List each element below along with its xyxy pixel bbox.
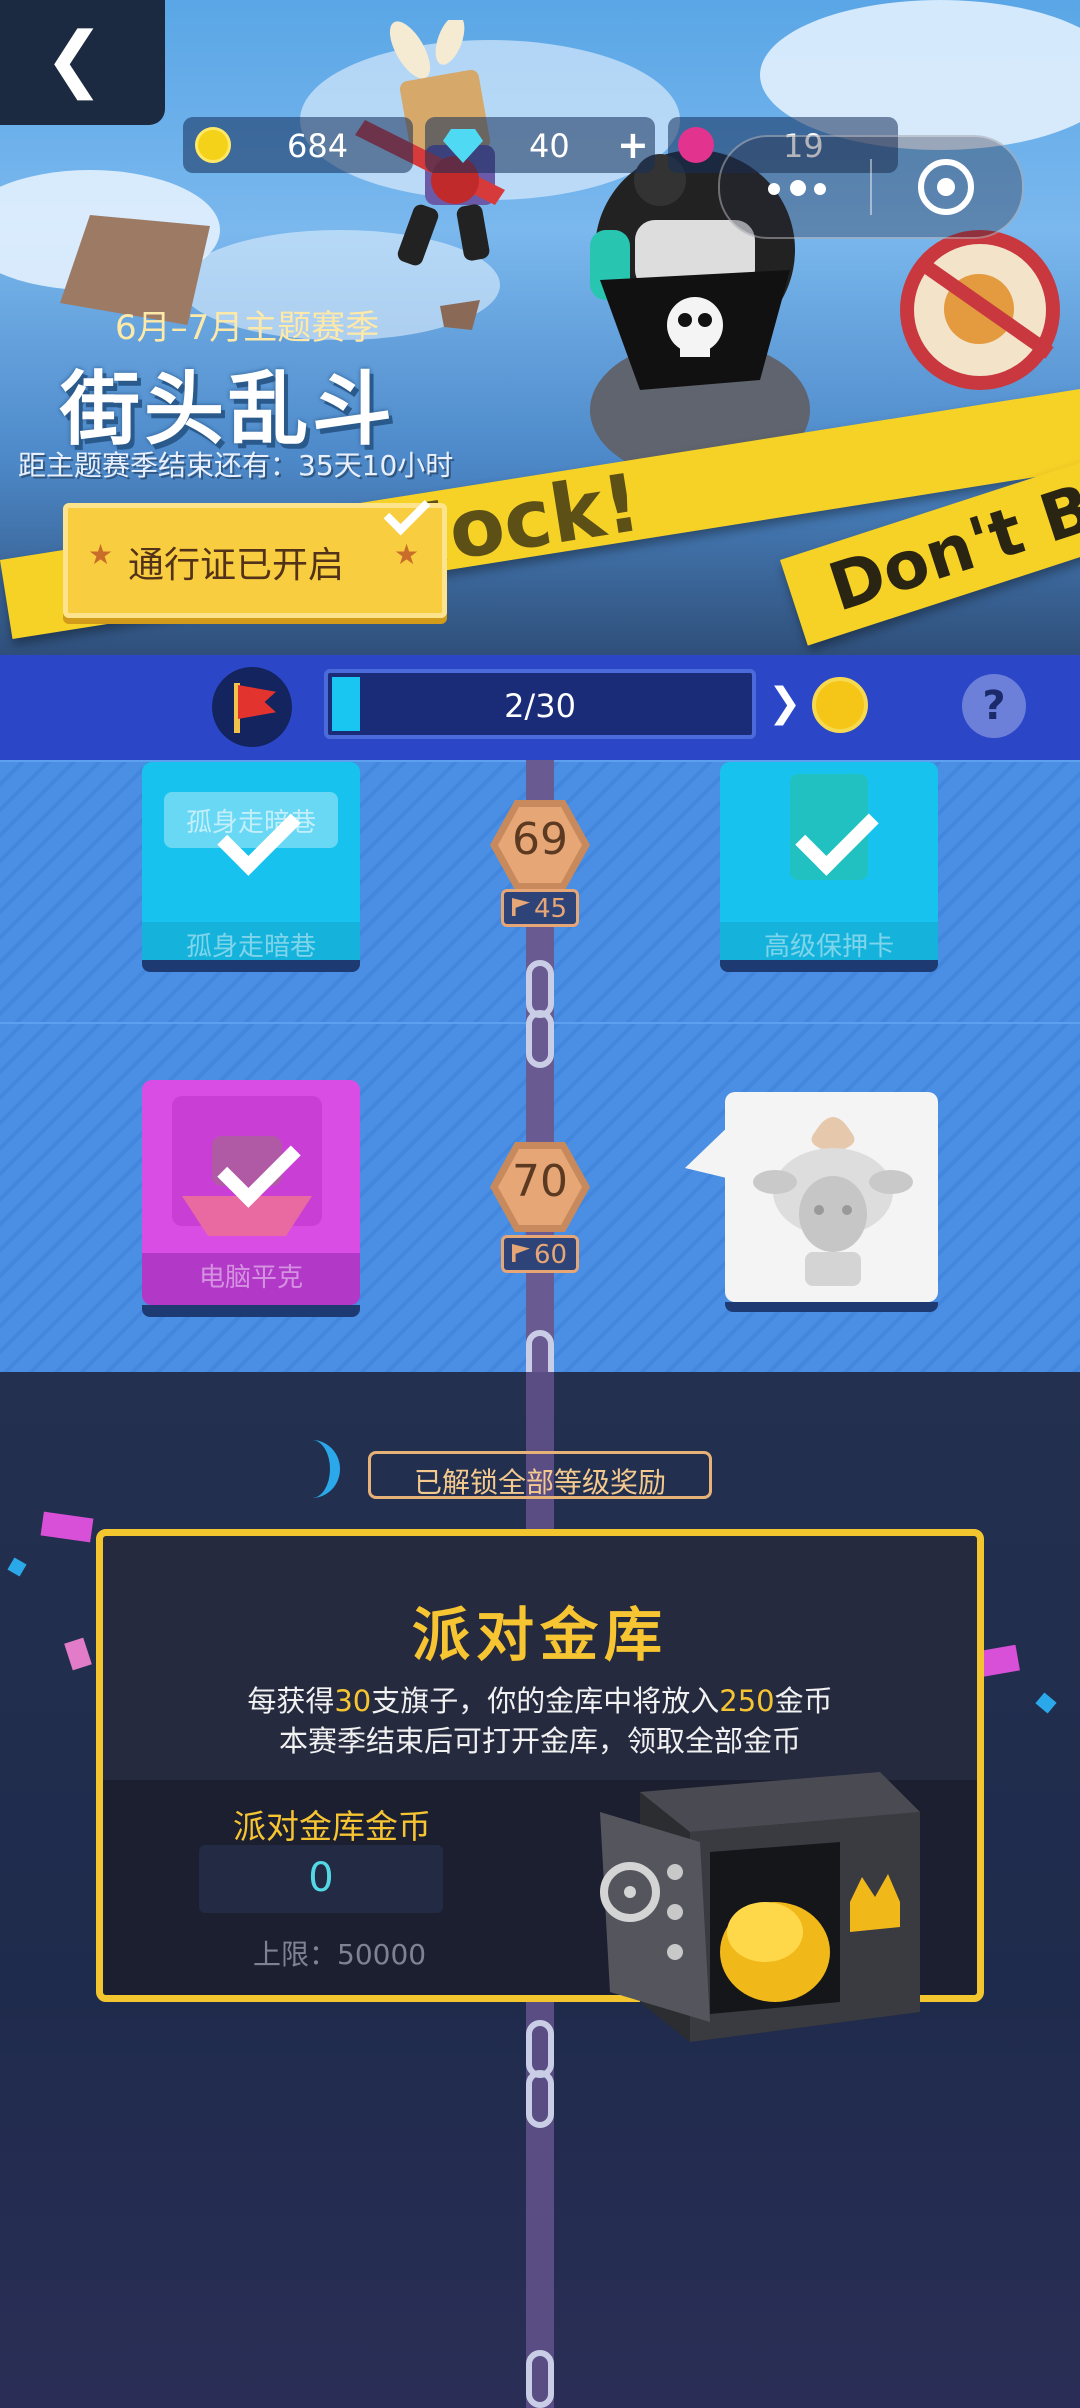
progress-text: 2/30 [504, 687, 576, 725]
chain-link [526, 2350, 554, 2408]
star-icon: ★ [88, 538, 114, 571]
reward-card-left[interactable]: 孤身走暗巷 孤身走暗巷 [142, 762, 360, 972]
add-diamond-button[interactable]: + [617, 123, 649, 167]
more-button[interactable] [720, 137, 870, 237]
all-rewards-unlocked-tag: 已解锁全部等级奖励 [368, 1451, 712, 1499]
vault-coins-label: 派对金库金币 [233, 1807, 431, 1846]
no-pizza-sign [900, 230, 1060, 390]
unlocked-text: 已解锁全部等级奖励 [413, 1466, 666, 1499]
vault-coins-value: 0 [308, 1855, 334, 1901]
season-period: 6月–7月主题赛季 [115, 308, 380, 348]
gold-coin-icon [812, 677, 868, 733]
confetti [284, 1440, 340, 1498]
mini-program-capsule [718, 135, 1024, 239]
target-close-icon [918, 159, 974, 215]
vault-title: 派对金库 [411, 1601, 668, 1669]
reward-card-right[interactable] [725, 1092, 938, 1302]
gold-coin-value: 684 [287, 127, 349, 165]
back-arrow-icon: ❮ [44, 16, 105, 100]
level-progress-bar: 2/30 [324, 669, 756, 739]
flag-count: 45 [534, 894, 568, 924]
chain-link [526, 1010, 554, 1068]
gold-coin-counter: 684 [183, 117, 413, 173]
reward-name [725, 1252, 938, 1302]
reward-name: 电脑平克 [142, 1253, 360, 1305]
flag-count: 60 [534, 1240, 568, 1270]
flag-icon [512, 898, 530, 916]
diamond-counter: 40 + [425, 117, 655, 173]
vault-coins-display: 0 [199, 1845, 443, 1913]
back-button[interactable]: ❮ [0, 0, 165, 125]
chevron-right-icon: ❯ [768, 680, 802, 726]
diamond-value: 40 [529, 127, 570, 165]
reward-card-left[interactable]: 电脑平克 [142, 1080, 360, 1305]
help-button[interactable]: ? [962, 674, 1026, 738]
more-dots-icon [768, 183, 780, 195]
pass-button-label: 通行证已开启 [128, 545, 345, 586]
vault-safe-icon [600, 1752, 930, 2052]
close-mini-program-button[interactable] [872, 137, 1020, 237]
flag-icon [512, 1244, 530, 1262]
level-number: 69 [512, 814, 568, 865]
pass-activated-button[interactable]: ★ 通行证已开启 ★ [63, 488, 447, 618]
gold-coin-icon [195, 127, 231, 163]
reward-card-right[interactable]: 高级保押卡 [720, 762, 938, 972]
vault-description-line1: 每获得30支旗子，你的金库中将放入250金币 [247, 1684, 833, 1718]
diamond-icon [443, 129, 483, 163]
season-remaining-time: 距主题赛季结束还有：35天10小时 [18, 449, 454, 482]
red-flag-icon [238, 685, 276, 719]
chain-link [526, 2070, 554, 2128]
vault-coins-limit: 上限：50000 [253, 1938, 427, 1971]
flag-badge [212, 667, 292, 747]
level-number: 70 [512, 1156, 568, 1207]
flag-requirement: 45 [501, 889, 579, 927]
season-banner: Block! Don't B ❮ 684 40 + 19 6月–7月主题赛季 街… [0, 0, 1080, 655]
flag-requirement: 60 [501, 1235, 579, 1273]
lotus-token-icon [678, 127, 714, 163]
star-icon: ★ [394, 538, 420, 571]
